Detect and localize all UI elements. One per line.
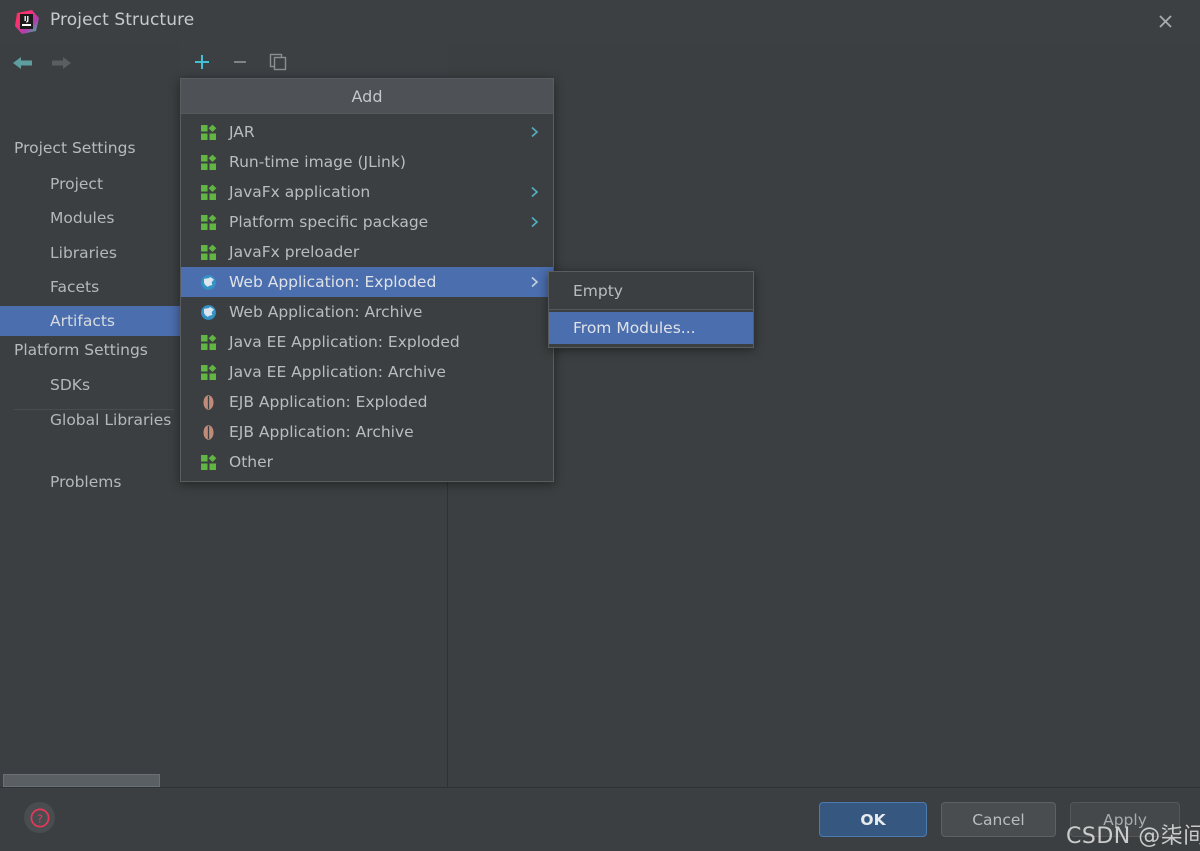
apply-button[interactable]: Apply: [1070, 802, 1180, 837]
settings-sidebar: Project Settings Platform Settings Proje…: [0, 43, 181, 788]
sidebar-group-platform-settings: Platform Settings: [14, 341, 148, 359]
menu-item-java-ee-application-exploded[interactable]: Java EE Application: Exploded: [181, 327, 553, 357]
sidebar-horizontal-scrollbar[interactable]: [0, 770, 180, 788]
menu-item-label: Run-time image (JLink): [229, 153, 406, 171]
menu-item-label: EJB Application: Archive: [229, 423, 414, 441]
menu-item-javafx-preloader[interactable]: JavaFx preloader: [181, 237, 553, 267]
sidebar-item-facets[interactable]: Facets: [0, 272, 180, 302]
artifact-detail-panel: [448, 43, 1200, 788]
menu-item-jar[interactable]: JAR: [181, 117, 553, 147]
sidebar-item-project[interactable]: Project: [0, 169, 180, 199]
menu-item-label: Platform specific package: [229, 213, 429, 231]
artifact-module-icon: [199, 123, 217, 141]
sidebar-item-libraries[interactable]: Libraries: [0, 238, 180, 268]
sidebar-separator: [14, 409, 174, 410]
chevron-right-icon: [530, 276, 539, 289]
menu-item-label: Web Application: Exploded: [229, 273, 437, 291]
scrollbar-thumb[interactable]: [3, 774, 160, 787]
project-structure-dialog: IJ Project Structure Project Settings Pl…: [0, 0, 1200, 851]
sidebar-item-label: SDKs: [50, 376, 91, 394]
window-title: Project Structure: [50, 10, 195, 30]
chevron-right-icon: [530, 216, 539, 229]
menu-item-other[interactable]: Other: [181, 447, 553, 477]
sidebar-group-project-settings: Project Settings: [14, 139, 136, 157]
menu-item-label: JAR: [229, 123, 255, 141]
menu-item-java-ee-application-archive[interactable]: Java EE Application: Archive: [181, 357, 553, 387]
title-bar: IJ Project Structure: [0, 0, 1200, 44]
artifact-module-icon: [199, 183, 217, 201]
sidebar-item-modules[interactable]: Modules: [0, 203, 180, 233]
artifact-module-icon: [199, 213, 217, 231]
web-globe-icon: [199, 273, 217, 291]
sidebar-item-label: Problems: [50, 473, 122, 491]
menu-header: Add: [181, 79, 553, 114]
submenu-separator: [549, 309, 753, 310]
artifact-module-icon: [199, 453, 217, 471]
add-artifact-menu: Add JAR Run-time image (JLink) JavaFx ap…: [180, 78, 554, 482]
menu-item-label: EJB Application: Exploded: [229, 393, 428, 411]
menu-item-ejb-application-exploded[interactable]: EJB Application: Exploded: [181, 387, 553, 417]
menu-item-runtime-image-jlink[interactable]: Run-time image (JLink): [181, 147, 553, 177]
ejb-bean-icon: [199, 423, 217, 441]
sidebar-item-label: Modules: [50, 209, 115, 227]
copy-icon[interactable]: [266, 50, 290, 74]
close-icon[interactable]: [1142, 0, 1188, 43]
artifacts-toolbar: [180, 43, 447, 80]
dialog-footer: ? OK Cancel Apply: [0, 787, 1200, 851]
intellij-idea-logo-icon: IJ: [14, 9, 40, 35]
menu-item-platform-specific-package[interactable]: Platform specific package: [181, 207, 553, 237]
menu-item-label: Java EE Application: Exploded: [229, 333, 460, 351]
artifact-module-icon: [199, 243, 217, 261]
menu-header-label: Add: [351, 86, 383, 106]
sidebar-item-label: Global Libraries: [50, 411, 172, 429]
menu-item-web-application-archive[interactable]: Web Application: Archive: [181, 297, 553, 327]
menu-item-javafx-application[interactable]: JavaFx application: [181, 177, 553, 207]
submenu-item-empty[interactable]: Empty: [549, 275, 753, 307]
plus-icon[interactable]: [190, 50, 214, 74]
menu-item-web-application-exploded[interactable]: Web Application: Exploded: [181, 267, 553, 297]
svg-text:IJ: IJ: [24, 15, 29, 23]
menu-item-label: Web Application: Archive: [229, 303, 423, 321]
help-question-icon[interactable]: ?: [24, 802, 55, 833]
artifact-module-icon: [199, 153, 217, 171]
sidebar-item-problems[interactable]: Problems: [0, 467, 180, 497]
menu-item-list: JAR Run-time image (JLink) JavaFx applic…: [181, 114, 553, 481]
menu-item-label: JavaFx application: [229, 183, 371, 201]
web-application-exploded-submenu: Empty From Modules...: [548, 271, 754, 348]
sidebar-item-label: Artifacts: [50, 312, 115, 330]
sidebar-item-label: Libraries: [50, 244, 117, 262]
arrow-right-icon[interactable]: [48, 52, 74, 74]
web-globe-icon: [199, 303, 217, 321]
sidebar-item-artifacts[interactable]: Artifacts: [0, 306, 180, 336]
arrow-left-icon[interactable]: [10, 52, 36, 74]
submenu-item-from-modules[interactable]: From Modules...: [549, 312, 753, 344]
chevron-right-icon: [530, 186, 539, 199]
cancel-button[interactable]: Cancel: [941, 802, 1056, 837]
artifact-module-icon: [199, 363, 217, 381]
ok-button[interactable]: OK: [819, 802, 927, 837]
menu-item-label: Java EE Application: Archive: [229, 363, 446, 381]
svg-text:?: ?: [37, 812, 43, 825]
navigation-arrows: [0, 43, 180, 83]
menu-item-ejb-application-archive[interactable]: EJB Application: Archive: [181, 417, 553, 447]
chevron-right-icon: [530, 126, 539, 139]
sidebar-item-sdks[interactable]: SDKs: [0, 370, 180, 400]
minus-icon[interactable]: [228, 50, 252, 74]
sidebar-item-label: Facets: [50, 278, 100, 296]
ejb-bean-icon: [199, 393, 217, 411]
artifact-module-icon: [199, 333, 217, 351]
menu-item-label: Other: [229, 453, 274, 471]
sidebar-item-label: Project: [50, 175, 104, 193]
menu-item-label: JavaFx preloader: [229, 243, 360, 261]
